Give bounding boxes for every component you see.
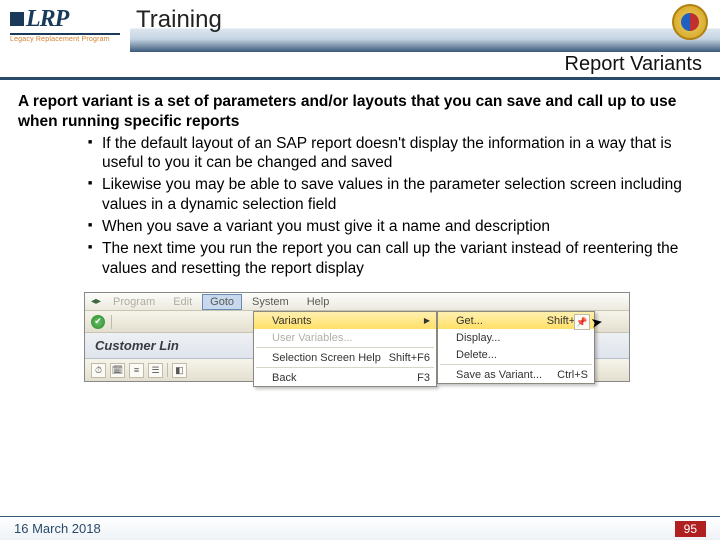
tool-icon[interactable]: ≡ <box>129 363 144 378</box>
footer-page: 95 <box>675 521 706 537</box>
menu-system[interactable]: System <box>244 294 297 310</box>
menu-label: Get... <box>456 314 483 328</box>
bullet-list: If the default layout of an SAP report d… <box>18 134 696 279</box>
ok-icon[interactable]: ✔ <box>91 315 105 329</box>
menu-label: User Variables... <box>272 331 353 345</box>
tool-icon[interactable]: ☰ <box>148 363 163 378</box>
bullet-item: If the default layout of an SAP report d… <box>88 134 696 174</box>
menu-label: Variants <box>272 314 312 328</box>
page-title: Training <box>130 6 222 34</box>
submenu-save-as[interactable]: Save as Variant... Ctrl+S <box>438 366 594 383</box>
menu-edit[interactable]: Edit <box>165 294 200 310</box>
menu-label: Selection Screen Help <box>272 351 381 365</box>
pin-icon[interactable]: 📌 <box>574 314 590 330</box>
submenu-get[interactable]: Get... Shift+F5 <box>438 312 594 329</box>
submenu-display[interactable]: Display... <box>438 329 594 346</box>
menu-selection-help[interactable]: Selection Screen Help Shift+F6 <box>254 349 436 366</box>
sub-title: Report Variants <box>565 53 702 76</box>
title-bar: Training <box>130 0 720 52</box>
logo-text: LRP <box>26 6 68 32</box>
variants-submenu: 📌 Get... Shift+F5 Display... Delete... S… <box>437 311 595 384</box>
menu-label: Save as Variant... <box>456 368 542 382</box>
menu-separator <box>440 364 592 365</box>
menu-label: Back <box>272 371 296 385</box>
seal-icon <box>672 4 708 40</box>
footer-date: 16 March 2018 <box>14 521 101 536</box>
tool-icon[interactable]: ⏱ <box>91 363 106 378</box>
separator <box>167 363 168 377</box>
menu-label: Display... <box>456 331 500 345</box>
tool-icon[interactable]: ◧ <box>172 363 187 378</box>
menu-variants[interactable]: Variants ▶ <box>254 312 436 329</box>
separator <box>111 315 112 329</box>
bullet-item: When you save a variant you must give it… <box>88 217 696 237</box>
menu-back[interactable]: Back F3 <box>254 369 436 386</box>
lrp-logo: LRP Legacy Replacement Program <box>10 6 120 43</box>
goto-dropdown: Variants ▶ User Variables... Selection S… <box>253 311 437 387</box>
menu-program[interactable]: Program <box>105 294 163 310</box>
menu-shortcut: Ctrl+S <box>557 368 588 382</box>
menu-separator <box>256 347 434 348</box>
menu-separator <box>256 367 434 368</box>
sap-screenshot: ◂▸ Program Edit Goto System Help ✔ Custo… <box>84 292 630 382</box>
menu-help[interactable]: Help <box>299 294 338 310</box>
bullet-item: The next time you run the report you can… <box>88 239 696 279</box>
tool-icon[interactable]: 🗓 <box>110 363 125 378</box>
sap-menubar: ◂▸ Program Edit Goto System Help <box>85 293 629 311</box>
bullet-item: Likewise you may be able to save values … <box>88 175 696 215</box>
cursor-icon: ➤ <box>590 314 605 334</box>
slide-footer: 16 March 2018 95 <box>0 516 720 540</box>
logo-subtitle: Legacy Replacement Program <box>10 33 120 43</box>
menu-shortcut: Shift+F6 <box>389 351 430 365</box>
menu-goto[interactable]: Goto <box>202 294 242 310</box>
submenu-delete[interactable]: Delete... <box>438 346 594 363</box>
menu-user-variables: User Variables... <box>254 329 436 346</box>
submenu-arrow-icon: ▶ <box>424 316 430 326</box>
sub-header: Report Variants <box>0 52 720 80</box>
lead-text: A report variant is a set of parameters … <box>18 92 696 132</box>
slide-header: LRP Legacy Replacement Program Training <box>0 0 720 52</box>
content-area: A report variant is a set of parameters … <box>0 80 720 382</box>
menu-shortcut: F3 <box>417 371 430 385</box>
menu-label: Delete... <box>456 348 497 362</box>
sap-app-icon[interactable]: ◂▸ <box>89 295 103 309</box>
